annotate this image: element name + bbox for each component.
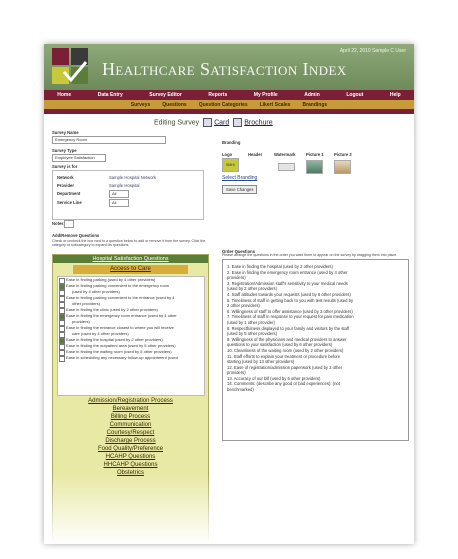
nav-admin[interactable]: Admin: [304, 92, 320, 98]
nav-help[interactable]: Help: [390, 92, 401, 98]
nav-data-entry[interactable]: Data Entry: [98, 92, 123, 98]
branding-col-picture2: Picture 2: [334, 152, 352, 157]
app-title: Healthcare Satisfaction Index: [102, 59, 347, 79]
branding-watermark-thumb: [278, 163, 295, 171]
questions-panel-title[interactable]: Hospital Satisfaction Questions: [53, 255, 208, 263]
service-line-label: Service Line: [57, 200, 82, 205]
secondary-nav: Surveys Questions Question Categories Li…: [44, 100, 414, 109]
save-changes-button[interactable]: Save Changes: [222, 185, 258, 194]
nav-survey-editor[interactable]: Survey Editor: [149, 92, 182, 98]
card-icon[interactable]: [203, 118, 213, 127]
provider-label: Provider: [57, 183, 74, 188]
category-link[interactable]: Admission/Registration Process: [53, 397, 208, 405]
reflection-fade: [44, 474, 414, 544]
order-instructions: Please arrange the questions in the orde…: [222, 253, 398, 257]
nav-logout[interactable]: Logout: [346, 92, 363, 98]
subnav-likert-scales[interactable]: Likert Scales: [260, 102, 291, 108]
card-link[interactable]: Card: [214, 119, 229, 126]
editing-heading: Editing Survey Card Brochure: [154, 118, 273, 127]
notes-input[interactable]: [64, 220, 74, 228]
logo-icon: [52, 48, 90, 86]
category-link[interactable]: Courtesy/Respect: [53, 429, 208, 437]
category-list: Admission/Registration Process Bereaveme…: [53, 397, 208, 477]
category-link[interactable]: Food Quality/Preference: [53, 445, 208, 453]
editing-label: Editing Survey: [154, 119, 200, 127]
select-branding-link[interactable]: Select Branding: [222, 175, 257, 181]
service-line-select[interactable]: All: [109, 199, 129, 207]
branding-logo-thumb: SMHI: [222, 158, 239, 172]
survey-is-for-label: Survey is for: [52, 164, 78, 169]
question-list[interactable]: Ease in finding parking (used by 4 other…: [57, 276, 205, 396]
network-value: Sample Hospital Network: [109, 175, 157, 180]
branding-col-watermark: Watermark: [274, 152, 296, 157]
app-window: April 22, 2010 Sample C User Healthcare …: [44, 44, 414, 544]
order-item[interactable]: benchmarked): [223, 387, 408, 393]
nav-reports[interactable]: Reports: [208, 92, 227, 98]
subnav-questions[interactable]: Questions: [162, 102, 186, 108]
category-link[interactable]: Billing Process: [53, 413, 208, 421]
branding-label: Branding: [222, 140, 241, 145]
date-user-text: April 22, 2010 Sample C User: [339, 48, 406, 54]
provider-value: Sample Hospital: [109, 183, 140, 188]
primary-nav: Home Data Entry Survey Editor Reports My…: [44, 90, 414, 100]
branding-col-header: Header: [248, 152, 263, 157]
nav-home[interactable]: Home: [57, 92, 71, 98]
department-select[interactable]: All: [109, 190, 129, 198]
branding-picture1-thumb: [306, 160, 323, 174]
branding-col-picture1: Picture 1: [306, 152, 324, 157]
subnav-surveys[interactable]: Surveys: [131, 102, 150, 108]
subnav-brandings[interactable]: Brandings: [302, 102, 327, 108]
category-link[interactable]: HHCAHP Questions: [53, 461, 208, 469]
survey-type-select[interactable]: Employee Satisfaction: [52, 154, 106, 162]
branding-picture2-thumb: [334, 160, 351, 174]
nav-my-profile[interactable]: My Profile: [254, 92, 278, 98]
survey-is-for-box: Network Sample Hospital Network Provider…: [52, 170, 204, 220]
department-label: Department: [57, 191, 81, 196]
survey-type-label: Survey Type: [52, 148, 77, 153]
category-link[interactable]: Discharge Process: [53, 437, 208, 445]
question-item[interactable]: Ease in scheduling any necessary follow-…: [58, 355, 204, 362]
category-link[interactable]: Communication: [53, 421, 208, 429]
survey-name-input[interactable]: Emergency Room: [52, 136, 166, 144]
branding-col-logo: Logo: [222, 152, 233, 157]
survey-name-label: Survey Name: [52, 130, 79, 135]
subnav-question-categories[interactable]: Question Categories: [199, 102, 248, 108]
category-access-to-care[interactable]: Access to Care: [73, 265, 188, 274]
category-link[interactable]: Bereavement: [53, 405, 208, 413]
notes-label: Notes: [52, 221, 64, 226]
brochure-link[interactable]: Brochure: [244, 119, 272, 126]
add-remove-label: Add/Remove Questions: [52, 233, 100, 238]
category-link[interactable]: HCAHP Questions: [53, 453, 208, 461]
add-remove-instructions: Check or unckeck the box next to a quest…: [52, 239, 206, 248]
order-questions-panel[interactable]: 1. Ease in finding the hospital (used by…: [222, 259, 409, 441]
brochure-icon[interactable]: [233, 118, 243, 127]
network-label: Network: [57, 175, 74, 180]
header: April 22, 2010 Sample C User Healthcare …: [44, 44, 414, 90]
nav-divider: [44, 109, 414, 114]
